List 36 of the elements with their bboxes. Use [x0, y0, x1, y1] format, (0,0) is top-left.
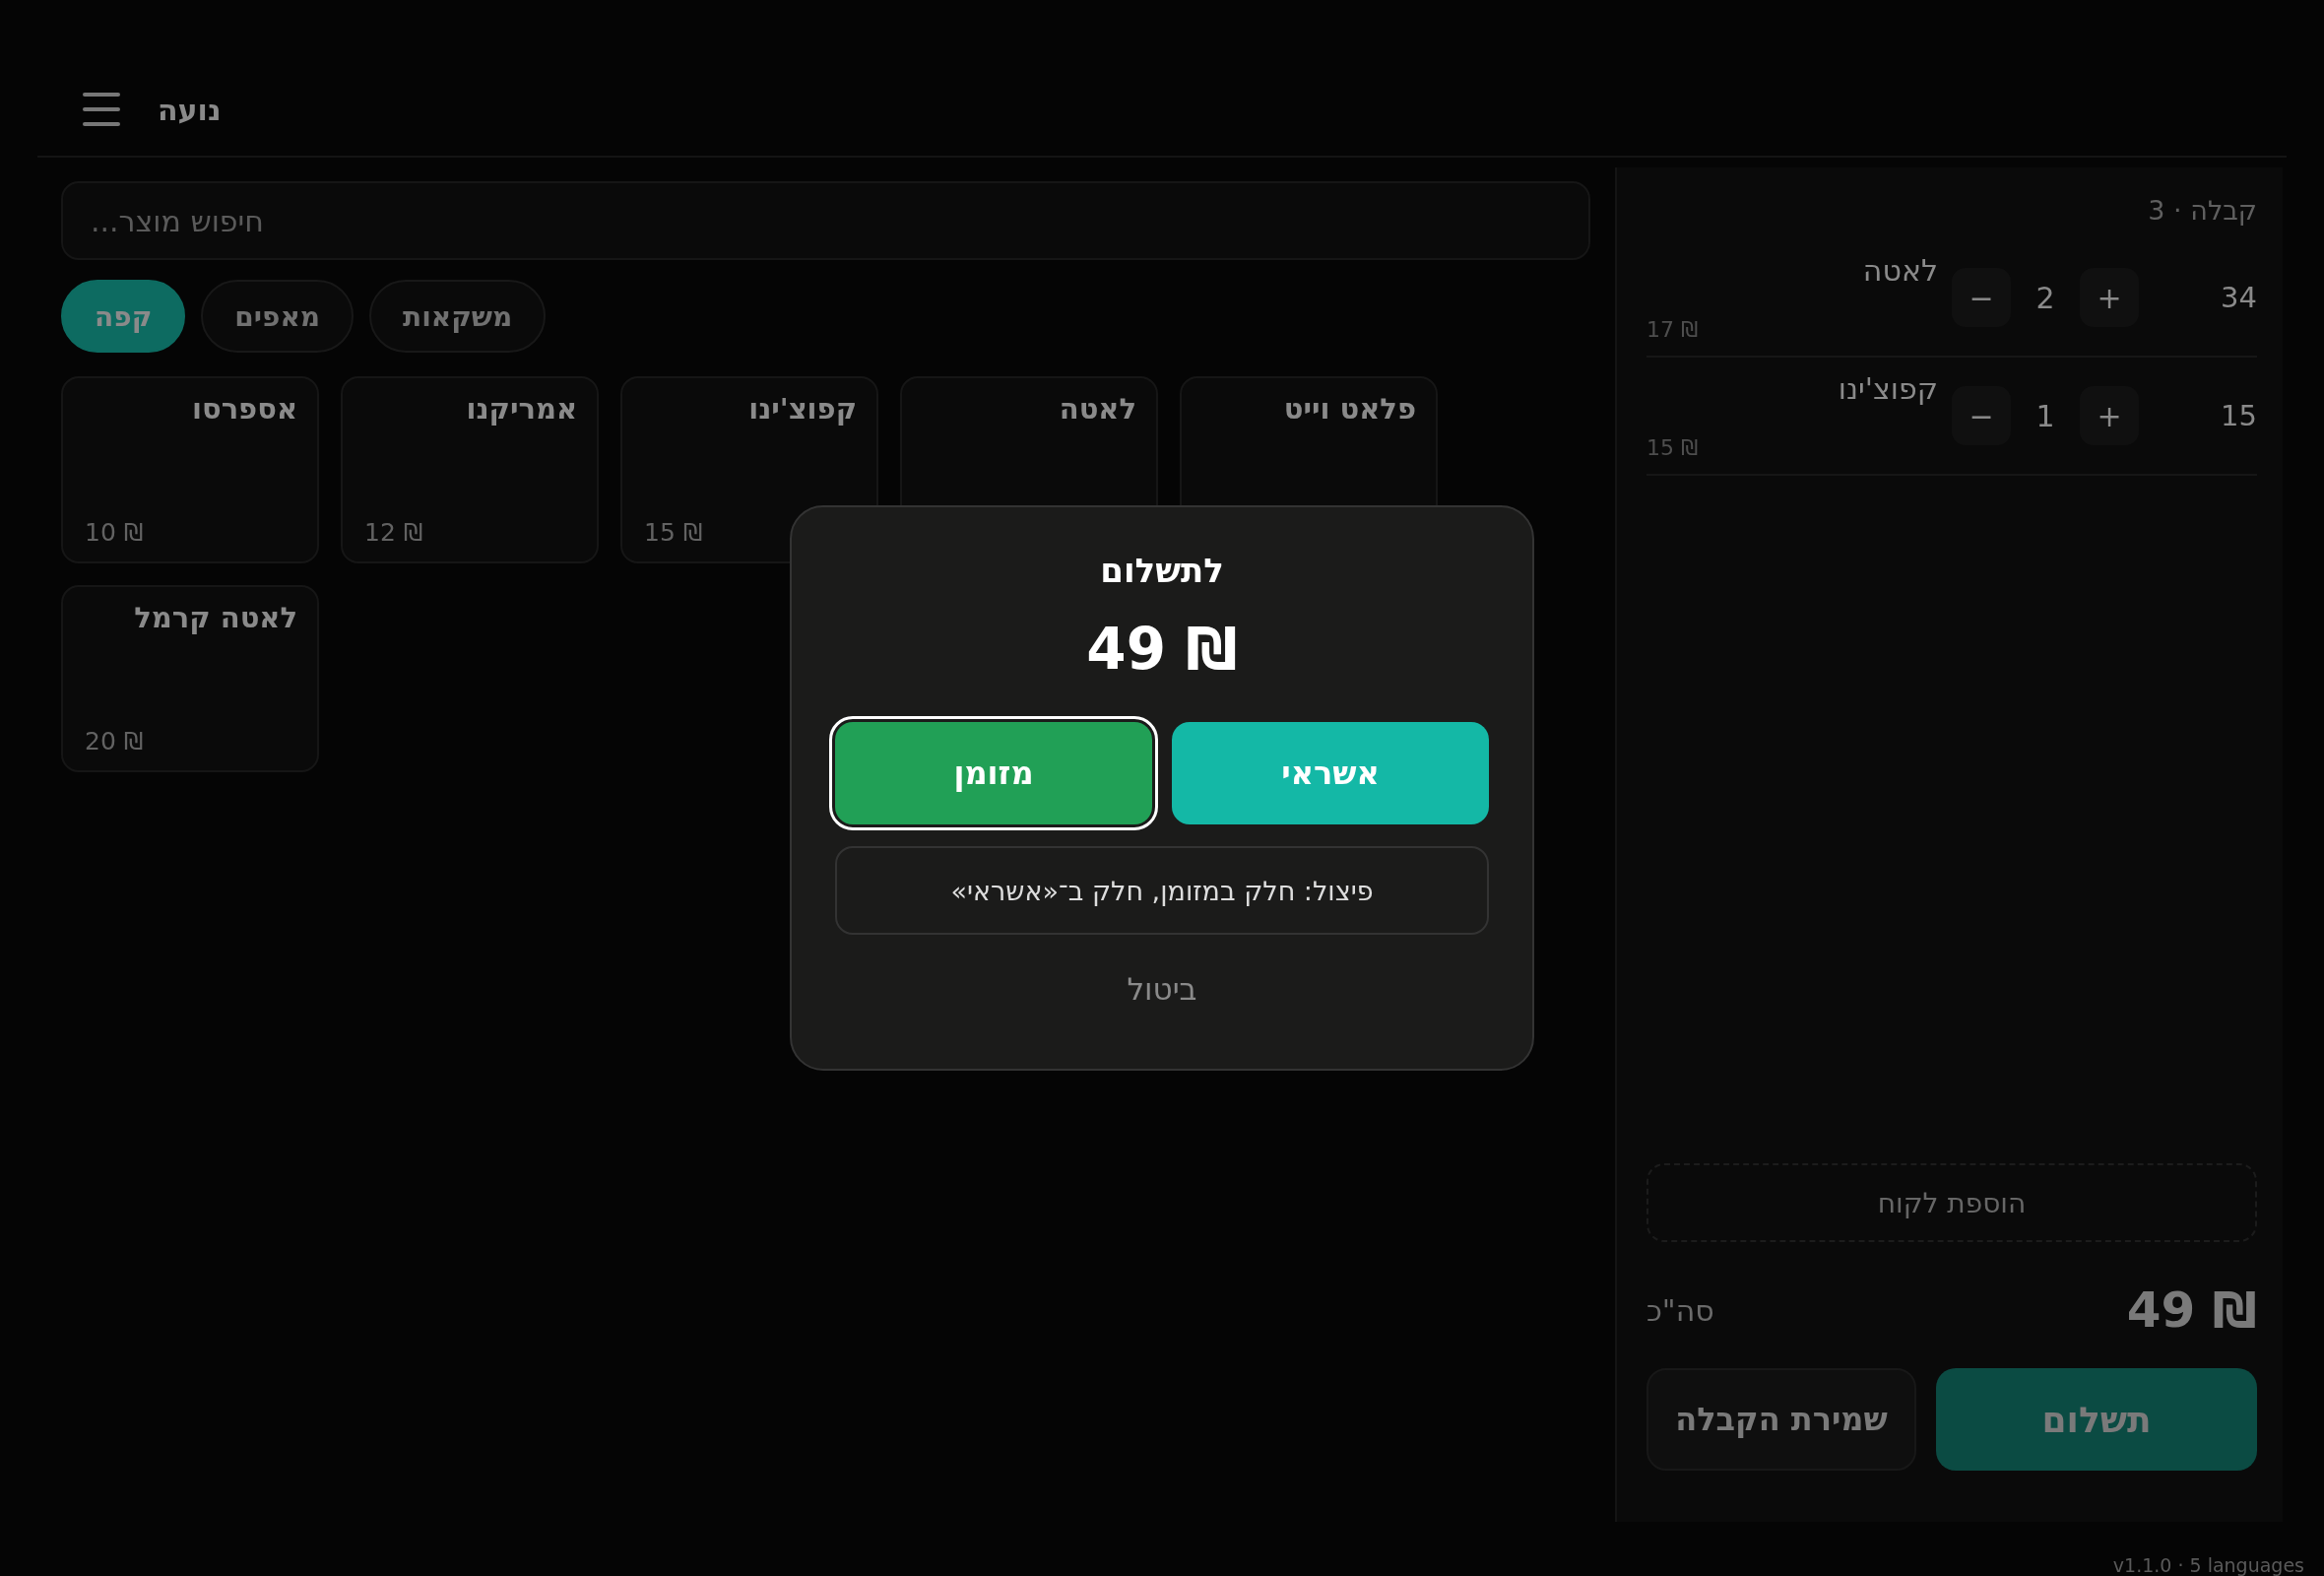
- receipt-title: קבלה · 3: [2148, 195, 2257, 226]
- product-price: 10 ₪: [85, 518, 145, 548]
- quantity: 2: [2034, 280, 2056, 315]
- product-price: 12 ₪: [364, 518, 424, 548]
- unit-price: 15 ₪: [1646, 435, 1699, 460]
- decrease-button[interactable]: −: [1952, 386, 2011, 445]
- app-title: נועה: [158, 92, 222, 127]
- line-total: 15: [2220, 399, 2257, 432]
- search-field[interactable]: חיפוש מוצר...: [61, 181, 1590, 260]
- quantity: 1: [2034, 398, 2056, 433]
- product-price: 15 ₪: [644, 518, 704, 548]
- add-customer-button[interactable]: הוספת לקוח: [1646, 1163, 2257, 1242]
- product-name: לאטה: [1058, 392, 1136, 426]
- item-name: לאטה: [1862, 253, 1938, 288]
- decrease-button[interactable]: −: [1952, 268, 2011, 327]
- product-price: 20 ₪: [85, 727, 145, 756]
- save-receipt-button[interactable]: שמירת הקבלה: [1646, 1368, 1916, 1471]
- product-name: קפוצ'ינו: [747, 392, 857, 426]
- total-label: סה"כ: [1646, 1292, 1714, 1328]
- cancel-button[interactable]: ביטול: [1121, 970, 1203, 1008]
- version-label: v1.1.0 · 5 languages: [2112, 1554, 2304, 1576]
- product-name: לאטה קרמל: [133, 601, 297, 634]
- total-amount: 49 ₪: [2126, 1281, 2257, 1339]
- product-name: אמריקנו: [465, 392, 577, 426]
- menu-icon[interactable]: [83, 91, 120, 128]
- product-name: פלאט וייט: [1282, 392, 1416, 426]
- split-payment-button[interactable]: פיצול: חלק במזומן, חלק ב־«אשראי»: [835, 846, 1489, 935]
- increase-button[interactable]: +: [2080, 268, 2139, 327]
- increase-button[interactable]: +: [2080, 386, 2139, 445]
- category-tab[interactable]: מאפים: [201, 280, 355, 353]
- unit-price: 17 ₪: [1646, 317, 1699, 342]
- category-tab[interactable]: משקאות: [369, 280, 547, 353]
- amount-due: 49 ₪: [1086, 616, 1238, 683]
- product-name: אספרסו: [190, 392, 297, 426]
- line-total: 34: [2220, 281, 2257, 314]
- item-name: קפוצ'ינו: [1838, 371, 1938, 406]
